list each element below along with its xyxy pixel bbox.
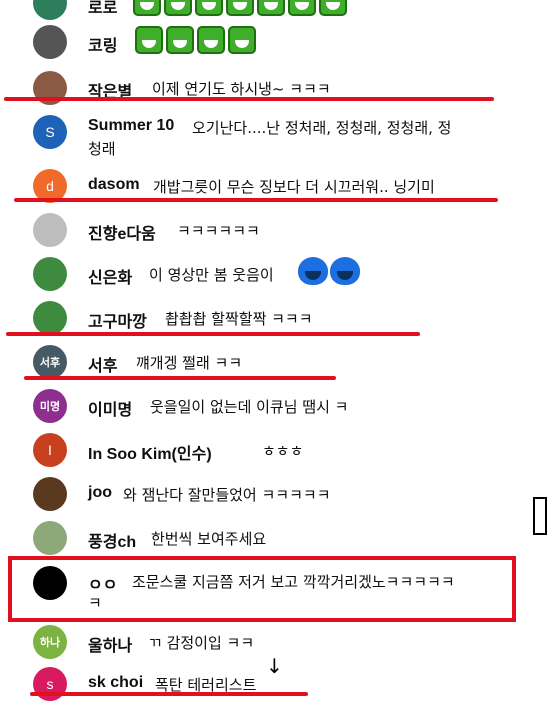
comment-row: 진향e다움 ㅋㅋㅋㅋㅋㅋ xyxy=(0,210,551,250)
avatar[interactable]: 미명 xyxy=(33,389,67,423)
laughing-emoji-icon xyxy=(228,26,256,54)
comment-author[interactable]: dasom xyxy=(88,176,140,194)
comment-author[interactable]: 이미명 xyxy=(88,396,132,420)
laughing-emoji-icon xyxy=(133,0,161,16)
comment-text: 웃을일이 없는데 이큐님 땜시 ㅋ xyxy=(150,398,349,416)
comment-author[interactable]: joo xyxy=(88,484,112,502)
emoji-row xyxy=(135,26,259,54)
comment-text: 한번씩 보여주세요 xyxy=(151,530,267,548)
down-arrow-icon: ↓ xyxy=(266,654,283,678)
laughing-blue-emoji-icon xyxy=(298,257,328,285)
emoji-row xyxy=(296,257,360,285)
laughing-emoji-icon xyxy=(288,0,316,16)
avatar[interactable]: 서후 xyxy=(33,345,67,379)
avatar[interactable] xyxy=(33,0,67,20)
comment-author[interactable]: 울하나 xyxy=(88,632,132,656)
comment-text: 이 영상만 봄 웃음이 xyxy=(149,266,274,284)
laughing-emoji-icon xyxy=(226,0,254,16)
comment-author[interactable]: 풍경ch xyxy=(88,528,136,552)
laughing-emoji-icon xyxy=(166,26,194,54)
comment-author[interactable]: Summer 10 xyxy=(88,117,174,135)
avatar[interactable] xyxy=(33,25,67,59)
red-underline xyxy=(14,198,498,202)
avatar[interactable]: 하나 xyxy=(33,625,67,659)
avatar[interactable] xyxy=(33,521,67,555)
comment-author[interactable]: 진향e다움 xyxy=(88,220,156,244)
avatar[interactable]: I xyxy=(33,433,67,467)
comment-row: 작은별 이제 연기도 하시냉~ ㅋㅋㅋ xyxy=(0,68,551,108)
comment-row: 미명 이미명 웃을일이 없는데 이큐님 땜시 ㅋ xyxy=(0,386,551,426)
emoji-row xyxy=(133,0,350,16)
laughing-emoji-icon xyxy=(319,0,347,16)
avatar[interactable] xyxy=(33,477,67,511)
comment-text: 이제 연기도 하시냉~ ㅋㅋㅋ xyxy=(152,80,331,98)
cursor-outline xyxy=(533,497,547,535)
avatar[interactable] xyxy=(33,213,67,247)
comment-author[interactable]: 로로 xyxy=(88,0,117,18)
red-underline xyxy=(24,376,336,380)
avatar[interactable] xyxy=(33,301,67,335)
comment-row: S Summer 10 오기난다....난 정처래, 정청래, 정청래, 정 청… xyxy=(0,112,551,162)
comment-author[interactable]: In Soo Kim(인수) xyxy=(88,440,212,464)
red-underline xyxy=(30,692,308,696)
avatar[interactable]: S xyxy=(33,115,67,149)
comment-text: 촵촵촵 할짝할짝 ㅋㅋㅋ xyxy=(165,310,313,328)
laughing-emoji-icon xyxy=(197,26,225,54)
comment-row: 코링 xyxy=(0,22,551,62)
comment-text: ㅋㅋㅋㅋㅋㅋ xyxy=(177,222,260,240)
comment-author[interactable]: 신은화 xyxy=(88,264,132,288)
comment-text: 오기난다....난 정처래, 정청래, 정청래, 정 xyxy=(192,119,452,137)
red-underline xyxy=(6,332,420,336)
laughing-emoji-icon xyxy=(195,0,223,16)
comment-author[interactable]: sk choi xyxy=(88,674,143,692)
laughing-emoji-icon xyxy=(135,26,163,54)
comment-row: 로로 xyxy=(0,0,551,22)
comment-row: 풍경ch 한번씩 보여주세요 xyxy=(0,518,551,558)
laughing-blue-emoji-icon xyxy=(330,257,360,285)
laughing-emoji-icon xyxy=(164,0,192,16)
comment-text-continued: 청래 xyxy=(88,140,116,158)
comment-author[interactable]: 서후 xyxy=(88,352,117,376)
comment-text: 와 잼난다 잘만들었어 ㅋㅋㅋㅋㅋ xyxy=(123,486,331,504)
comment-author[interactable]: 고구마깡 xyxy=(88,308,147,332)
comment-author[interactable]: 코링 xyxy=(88,32,117,56)
red-underline xyxy=(4,97,494,101)
comment-text: ㄲ 감정이입 ㅋㅋ xyxy=(148,634,255,652)
laughing-emoji-icon xyxy=(257,0,285,16)
avatar[interactable] xyxy=(33,257,67,291)
comment-row: joo 와 잼난다 잘만들었어 ㅋㅋㅋㅋㅋ xyxy=(0,474,551,514)
comment-row: 신은화 이 영상만 봄 웃음이 xyxy=(0,254,551,294)
comment-text: 개밥그릇이 무슨 징보다 더 시끄러워.. 닝기미 xyxy=(153,178,435,196)
red-highlight-box xyxy=(8,556,516,622)
comment-text: 꺠개겡 쩔래 ㅋㅋ xyxy=(136,354,243,372)
comment-text: ㅎㅎㅎ xyxy=(262,442,304,460)
comment-row: I In Soo Kim(인수) ㅎㅎㅎ xyxy=(0,430,551,470)
